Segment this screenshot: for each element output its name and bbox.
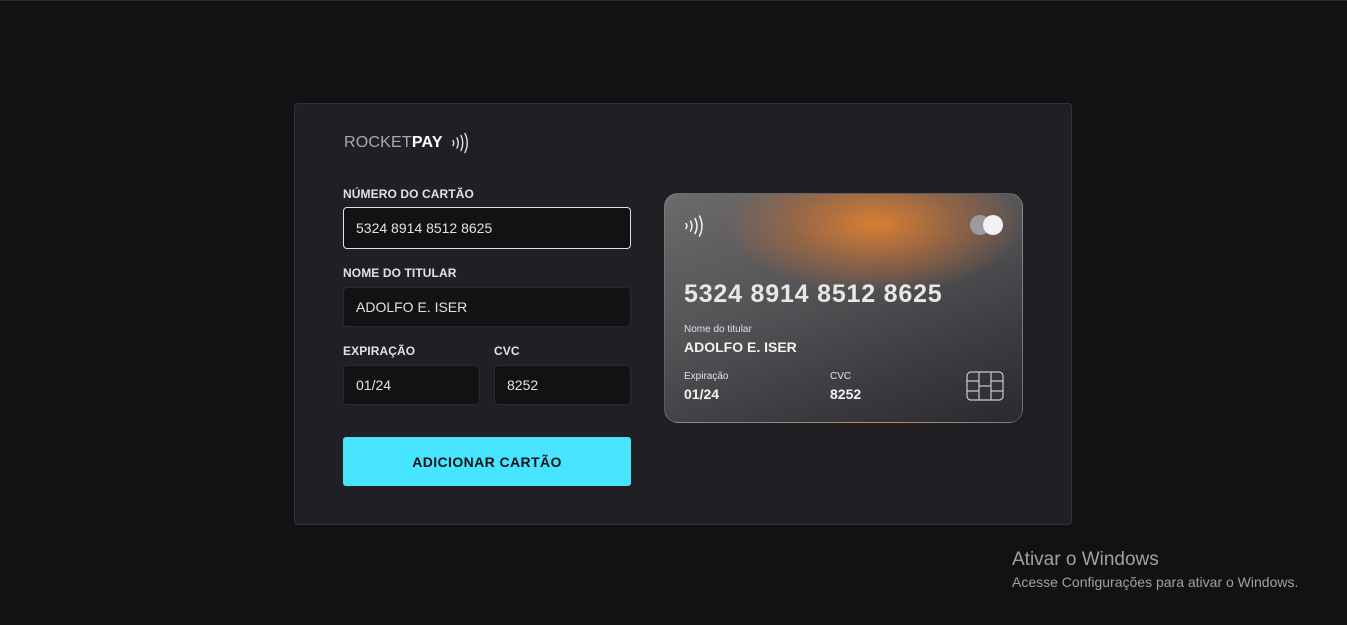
windows-activation-watermark: Ativar o Windows Acesse Configurações pa… (1012, 549, 1298, 590)
card-expiration-caption: Expiração (684, 371, 729, 382)
card-cvc-caption: CVC (830, 371, 852, 382)
activation-title: Ativar o Windows (1012, 549, 1159, 570)
card-cvc-block: CVC 8252 (830, 371, 861, 402)
card-brand-icon (970, 214, 1004, 236)
credit-card-preview: 5324 8914 8512 8625 Nome do titular ADOL… (664, 193, 1023, 423)
card-holder-input[interactable] (343, 287, 631, 327)
expiration-input[interactable] (343, 365, 480, 405)
card-number-label: NÚMERO DO CARTÃO (343, 187, 474, 201)
card-expiration-display: 01/24 (684, 386, 720, 402)
rocketpay-logo: ROCKET PAY (344, 132, 470, 154)
card-number-display: 5324 8914 8512 8625 (684, 280, 943, 308)
card-holder-caption: Nome do titular (684, 324, 752, 335)
card-cvc-display: 8252 (830, 386, 862, 402)
card-number-input[interactable] (343, 207, 631, 249)
card-expiration-block: Expiração 01/24 (684, 371, 728, 402)
expiration-group: EXPIRAÇÃO (343, 343, 480, 405)
card-holder-group: NOME DO TITULAR (343, 265, 631, 327)
contactless-icon (683, 214, 705, 238)
card-number-group: NÚMERO DO CARTÃO (343, 186, 631, 249)
cvc-group: CVC (494, 343, 631, 405)
window-top-border (0, 0, 1347, 1)
chip-icon (966, 371, 1004, 401)
card-holder-block: Nome do titular ADOLFO E. ISER (684, 324, 797, 355)
contactless-icon (450, 132, 470, 154)
activation-subtitle: Acesse Configurações para ativar o Windo… (1012, 574, 1299, 590)
cvc-label: CVC (494, 344, 520, 358)
card-holder-display: ADOLFO E. ISER (684, 339, 797, 355)
payment-panel: ROCKETPAY NÚMERO DO CARTÃO NOME DO TITUL… (294, 103, 1072, 525)
expiration-label: EXPIRAÇÃO (343, 344, 416, 358)
card-form: NÚMERO DO CARTÃO NOME DO TITULAR EXPIRAÇ… (343, 186, 631, 486)
cvc-input[interactable] (494, 365, 631, 405)
logo-rocket-text: ROCKET (344, 134, 412, 151)
logo-pay-text: PAY (411, 134, 443, 151)
exp-cvc-row: EXPIRAÇÃO CVC (343, 343, 631, 421)
add-card-button[interactable]: ADICIONAR CARTÃO (343, 437, 631, 486)
card-holder-label: NOME DO TITULAR (343, 266, 457, 280)
